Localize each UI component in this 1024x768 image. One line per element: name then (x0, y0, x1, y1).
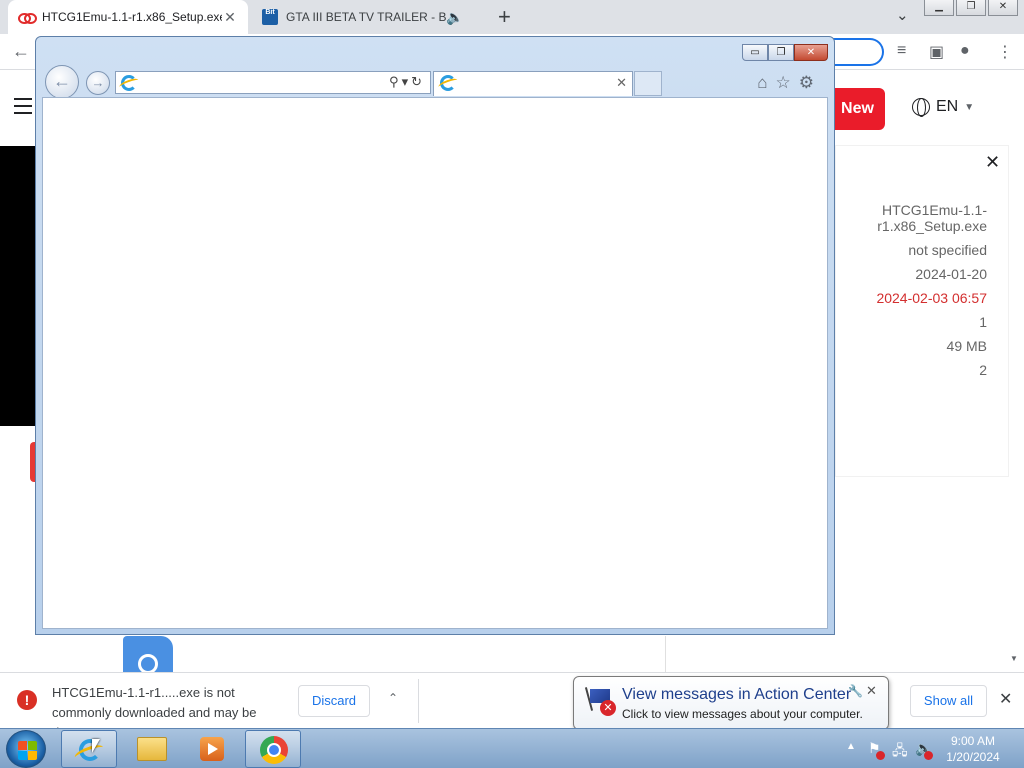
browser-tab-strip: HTCG1Emu-1.1-r1.x86_Setup.exe ✕ Bit GTA … (0, 0, 1024, 34)
site-favicon-icon (18, 9, 37, 25)
detail-downloads: 2 (979, 362, 987, 378)
clock-date: 1/20/2024 (946, 750, 1000, 764)
profile-avatar-icon[interactable]: ● (960, 42, 970, 60)
hero-banner (0, 146, 36, 426)
tab-title: HTCG1Emu-1.1-r1.x86_Setup.exe (42, 10, 222, 24)
tab-gta-trailer[interactable]: Bit GTA III BETA TV TRAILER - Bi 🔈 (252, 0, 472, 34)
tab-close-icon[interactable]: ✕ (222, 9, 238, 26)
divider (418, 679, 419, 723)
tab-search-chevron-icon[interactable]: ⌄ (896, 6, 909, 24)
chevron-up-icon[interactable]: ⌃ (388, 691, 398, 705)
ie-forward-button[interactable]: → (86, 71, 110, 95)
globe-icon (912, 98, 930, 117)
ie-minimize-button[interactable]: ▭ (742, 44, 768, 61)
back-arrow-icon[interactable]: ← (12, 41, 30, 62)
language-label: EN (936, 98, 959, 115)
close-icon[interactable]: ✕ (985, 152, 1000, 173)
ie-new-tab-button[interactable] (634, 71, 662, 96)
minimize-button[interactable]: ▁ (924, 0, 954, 16)
detail-author: not specified (908, 242, 987, 258)
file-details-values: HTCG1Emu-1.1-r1.x86_Setup.exe not specif… (837, 202, 987, 386)
side-panel-icon[interactable]: ▣ (929, 42, 944, 62)
tab-title: GTA III BETA TV TRAILER - Bi (286, 10, 446, 24)
chrome-logo-icon (260, 736, 288, 764)
tray-error-badge-icon (876, 751, 885, 760)
taskbar: ▲ ⚑ 🖧 🔈 9:00 AM 1/20/2024 (0, 728, 1024, 768)
show-all-button[interactable]: Show all (910, 685, 987, 717)
speaker-icon[interactable]: 🔈 (446, 9, 463, 26)
ie-tab[interactable]: ✕ (433, 71, 633, 96)
home-favorites-gear-icons[interactable]: ⌂☆⚙ (757, 73, 822, 93)
discard-button[interactable]: Discard (298, 685, 370, 717)
tab-htcg1emu[interactable]: HTCG1Emu-1.1-r1.x86_Setup.exe ✕ (8, 0, 248, 34)
ie-close-button[interactable]: ✕ (794, 44, 828, 61)
detail-filename: HTCG1Emu-1.1-r1.x86_Setup.exe (877, 202, 987, 234)
bitchute-favicon-icon: Bit (262, 9, 278, 25)
hamburger-menu-icon[interactable] (14, 98, 32, 119)
detail-date-updated: 2024-02-03 06:57 (876, 290, 987, 306)
taskbar-media-player-icon[interactable] (200, 737, 224, 761)
browser-window-controls: ▁ ❐ ✕ (924, 0, 1018, 16)
new-tab-button[interactable]: + (498, 6, 511, 28)
maximize-button[interactable]: ❐ (956, 0, 986, 16)
ie-content-area[interactable] (42, 97, 828, 629)
caret-down-icon: ▼ (964, 101, 975, 113)
action-center-balloon[interactable]: ✕ View messages in Action Center Click t… (573, 676, 889, 739)
balloon-title: View messages in Action Center (622, 686, 852, 703)
action-center-flag-icon: ✕ (584, 687, 616, 716)
taskbar-internet-explorer[interactable] (61, 730, 117, 768)
ie-maximize-button[interactable]: ❐ (768, 44, 794, 61)
show-hidden-icons-arrow[interactable]: ▲ (846, 741, 856, 752)
balloon-close-icon[interactable]: ✕ (866, 683, 877, 699)
search-refresh-icons[interactable]: ⚲▾↻ (389, 74, 425, 90)
new-button[interactable]: New (830, 88, 885, 130)
close-button[interactable]: ✕ (988, 0, 1018, 16)
start-button[interactable] (6, 730, 46, 768)
close-icon[interactable]: ✕ (999, 689, 1012, 709)
internet-explorer-window[interactable]: ▭ ❐ ✕ ← → ⚲▾↻ ✕ ⌂☆⚙ (35, 36, 835, 635)
taskbar-explorer-folder-icon[interactable] (137, 737, 167, 761)
scroll-down-arrow-icon[interactable]: ▼ (1010, 654, 1018, 663)
detail-date-added: 2024-01-20 (915, 266, 987, 282)
wrench-icon: 🔧 (848, 684, 863, 698)
warning-icon: ! (17, 690, 37, 710)
ie-back-button[interactable]: ← (45, 65, 79, 99)
mute-badge-icon (924, 751, 933, 760)
mouse-cursor (92, 739, 100, 753)
clock-time: 9:00 AM (950, 734, 996, 748)
media-control-icon[interactable]: ≡ (897, 42, 906, 60)
ie-caption-buttons: ▭ ❐ ✕ (742, 44, 828, 61)
balloon-subtitle: Click to view messages about your comput… (622, 707, 863, 721)
detail-version: 1 (979, 314, 987, 330)
network-icon[interactable]: 🖧 (892, 740, 908, 764)
divider (665, 636, 666, 672)
ie-logo-icon (121, 75, 137, 91)
system-clock[interactable]: 9:00 AM 1/20/2024 (940, 733, 1006, 765)
language-selector[interactable]: EN ▼ (912, 98, 975, 117)
detail-size: 49 MB (946, 338, 987, 354)
ie-tab-close-icon[interactable]: ✕ (616, 75, 627, 91)
taskbar-chrome[interactable] (245, 730, 301, 768)
ie-address-bar[interactable]: ⚲▾↻ (115, 71, 431, 94)
installer-file-icon (123, 636, 173, 672)
ie-logo-icon (440, 75, 456, 91)
menu-kebab-icon[interactable]: ⋮ (997, 42, 1013, 62)
